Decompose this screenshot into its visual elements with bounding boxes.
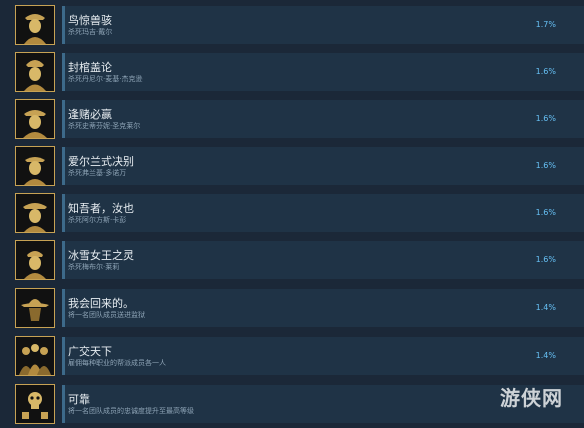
achievement-card: 爱尔兰式决别 杀死弗兰基·多诺万 1.6%	[62, 147, 584, 185]
achievement-card: 我会回来的。 将一名团队成员送进监狱 1.4%	[62, 289, 584, 327]
achievement-title: 广交天下	[68, 345, 112, 358]
achievement-title: 逢赌必赢	[68, 108, 112, 121]
unlock-percentage: 1.6%	[535, 114, 556, 123]
achievement-description: 杀死梅布尔·莱莉	[68, 263, 120, 271]
achievement-card: 冰雪女王之灵 杀死梅布尔·莱莉 1.6%	[62, 241, 584, 279]
achievement-row[interactable]: 可靠 将一名团队成员的忠诚度提升至最高等级	[0, 381, 584, 428]
achievement-card: 鸟惊兽骇 杀死玛吉·戴尔 1.7%	[62, 6, 584, 44]
achievement-card: 封棺盖论 杀死丹尼尔·麦基·杰克逊 1.6%	[62, 53, 584, 91]
achievement-card: 逢赌必赢 杀死史蒂芬妮·圣克莱尔 1.6%	[62, 100, 584, 138]
achievement-title: 爱尔兰式决别	[68, 155, 134, 168]
achievement-description: 杀死阿尔方斯·卡彭	[68, 216, 127, 224]
achievement-list: 鸟惊兽骇 杀死玛吉·戴尔 1.7% 封棺盖论 杀死丹尼尔·麦基·杰克逊 1.6%…	[0, 0, 584, 428]
achievement-title: 冰雪女王之灵	[68, 249, 134, 262]
achievement-title: 知吾者，汝也	[68, 202, 134, 215]
achievement-description: 杀死弗兰基·多诺万	[68, 169, 127, 177]
achievement-title: 鸟惊兽骇	[68, 14, 112, 27]
site-watermark: 游侠网	[500, 386, 563, 410]
achievement-card: 知吾者，汝也 杀死阿尔方斯·卡彭 1.6%	[62, 194, 584, 232]
achievement-card: 广交天下 雇佣每种职业的帮派成员各一人 1.4%	[62, 337, 584, 375]
achievement-description: 杀死丹尼尔·麦基·杰克逊	[68, 75, 143, 83]
achievement-title: 封棺盖论	[68, 61, 112, 74]
hat-silhouette-icon	[15, 288, 55, 328]
gang-group-icon	[15, 336, 55, 376]
skull-dice-icon	[15, 384, 55, 424]
achievement-row[interactable]: 广交天下 雇佣每种职业的帮派成员各一人 1.4%	[0, 333, 584, 380]
achievement-row[interactable]: 鸟惊兽骇 杀死玛吉·戴尔 1.7%	[0, 2, 584, 49]
achievement-description: 将一名团队成员送进监狱	[68, 311, 145, 319]
achievement-row[interactable]: 爱尔兰式决别 杀死弗兰基·多诺万 1.6%	[0, 143, 584, 190]
achievement-row[interactable]: 我会回来的。 将一名团队成员送进监狱 1.4%	[0, 285, 584, 332]
unlock-percentage: 1.4%	[535, 351, 556, 360]
achievement-row[interactable]: 知吾者，汝也 杀死阿尔方斯·卡彭 1.6%	[0, 190, 584, 237]
achievement-title: 可靠	[68, 393, 90, 406]
outlaw-portrait-icon	[15, 240, 55, 280]
unlock-percentage: 1.6%	[535, 208, 556, 217]
achievement-row[interactable]: 封棺盖论 杀死丹尼尔·麦基·杰克逊 1.6%	[0, 49, 584, 96]
outlaw-portrait-icon	[15, 146, 55, 186]
achievement-description: 杀死玛吉·戴尔	[68, 28, 113, 36]
unlock-percentage: 1.6%	[535, 161, 556, 170]
achievement-description: 雇佣每种职业的帮派成员各一人	[68, 359, 166, 367]
achievement-description: 杀死史蒂芬妮·圣克莱尔	[68, 122, 141, 130]
achievement-description: 将一名团队成员的忠诚度提升至最高等级	[68, 407, 194, 415]
achievement-row[interactable]: 冰雪女王之灵 杀死梅布尔·莱莉 1.6%	[0, 237, 584, 284]
unlock-percentage: 1.4%	[535, 303, 556, 312]
outlaw-portrait-icon	[15, 99, 55, 139]
unlock-percentage: 1.6%	[535, 255, 556, 264]
outlaw-portrait-icon	[15, 5, 55, 45]
unlock-percentage: 1.6%	[535, 67, 556, 76]
unlock-percentage: 1.7%	[535, 20, 556, 29]
achievement-title: 我会回来的。	[68, 297, 134, 310]
outlaw-portrait-icon	[15, 52, 55, 92]
outlaw-portrait-icon	[15, 193, 55, 233]
achievement-row[interactable]: 逢赌必赢 杀死史蒂芬妮·圣克莱尔 1.6%	[0, 96, 584, 143]
